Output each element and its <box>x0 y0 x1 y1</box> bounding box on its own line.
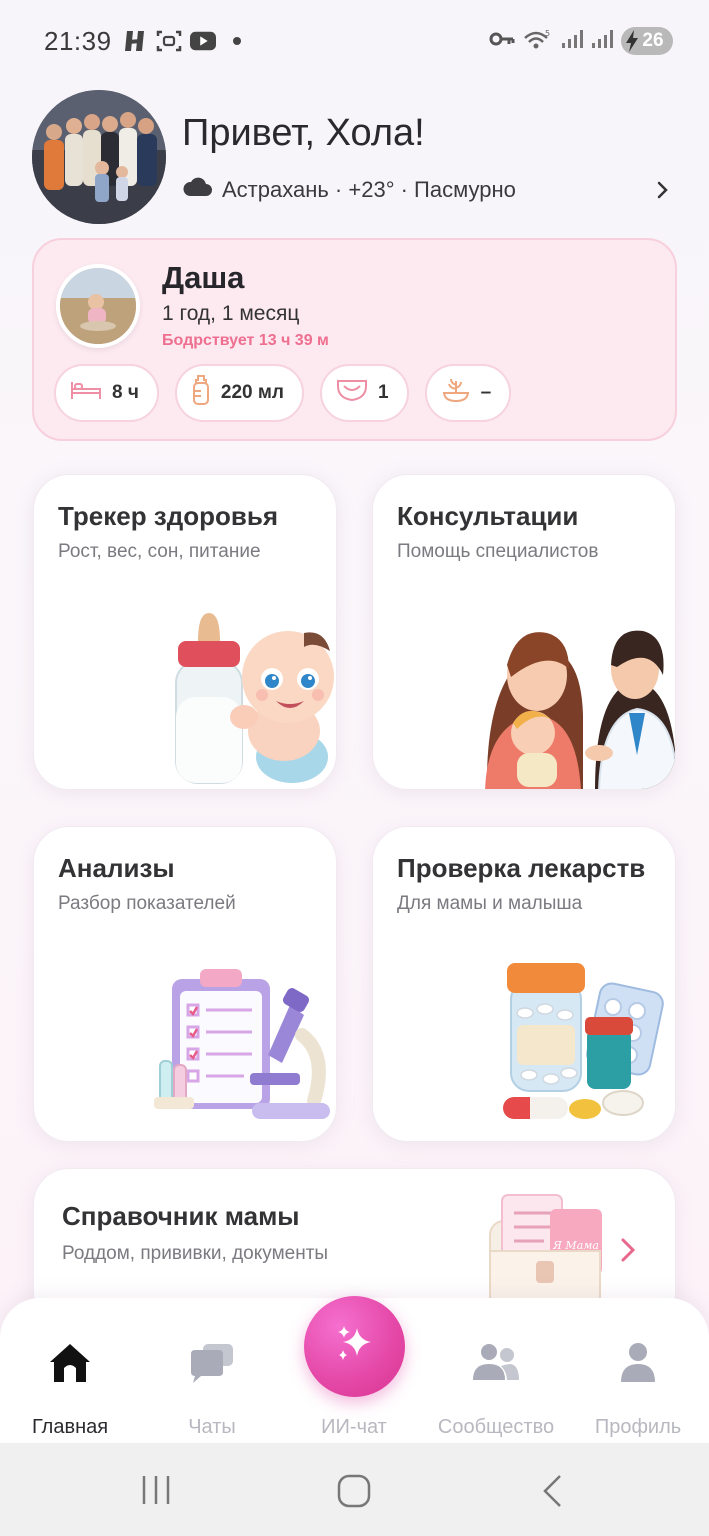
chevron-right-icon[interactable] <box>620 1237 636 1268</box>
status-system-icons: 5 26 <box>489 27 673 55</box>
nav-community-label: Сообщество <box>437 1416 555 1438</box>
baby-photo <box>56 264 140 348</box>
baby-with-bottle-illustration <box>175 613 334 784</box>
profile-icon <box>619 1342 657 1389</box>
card-subtitle: Роддом, прививки, документы <box>62 1243 329 1264</box>
card-title: Консультации <box>397 501 579 531</box>
greeting-title: Привет, Хола! <box>182 112 425 154</box>
youtube-icon <box>190 28 216 54</box>
consultations-card[interactable]: Консультации Помощь специалистов <box>372 474 676 790</box>
diaper-stat-pill[interactable]: 1 <box>320 364 409 422</box>
bed-icon <box>70 379 102 407</box>
card-title: Проверка лекарств <box>397 853 646 883</box>
food-value: – <box>480 382 492 403</box>
card-subtitle: Рост, вес, сон, питание <box>58 541 261 562</box>
grain-bowl-icon <box>441 377 471 409</box>
user-avatar[interactable] <box>32 90 166 224</box>
diaper-value: 1 <box>378 382 389 403</box>
signal-icon-2 <box>591 29 613 54</box>
screenshot-icon <box>156 28 182 54</box>
milk-stat-pill[interactable]: 220 мл <box>174 364 304 422</box>
chevron-right-icon[interactable] <box>656 180 670 205</box>
medicine-check-card[interactable]: Проверка лекарств Для мамы и малыша <box>372 826 676 1142</box>
app-notification-icon <box>122 28 148 54</box>
card-subtitle: Разбор показателей <box>58 893 236 914</box>
wifi-icon: 5 <box>523 28 553 55</box>
baby-age: 1 год, 1 месяц <box>162 302 300 325</box>
vpn-key-icon <box>489 30 515 53</box>
dot-icon <box>224 28 250 54</box>
cloud-icon <box>182 176 212 204</box>
weather-row[interactable]: Астрахань · +23° · Пасмурно <box>182 176 516 204</box>
status-notification-icons <box>122 28 250 54</box>
home-icon <box>48 1342 92 1389</box>
battery-indicator: 26 <box>621 27 673 55</box>
sparkles-icon <box>333 1322 377 1371</box>
community-icon <box>471 1342 521 1387</box>
svg-text:5: 5 <box>545 29 550 38</box>
baby-name: Даша <box>162 260 245 295</box>
food-stat-pill[interactable]: – <box>424 364 512 422</box>
recent-apps-icon[interactable] <box>140 1473 172 1512</box>
diaper-icon <box>336 378 368 408</box>
signal-icon <box>561 29 583 54</box>
card-title: Анализы <box>58 853 175 883</box>
nav-home-label: Главная <box>31 1416 109 1438</box>
home-button-icon[interactable] <box>336 1473 372 1514</box>
card-title: Трекер здоровья <box>58 501 279 531</box>
bottle-icon <box>191 374 211 412</box>
sleep-stat-pill[interactable]: 8 ч <box>54 364 159 422</box>
health-tracker-card[interactable]: Трекер здоровья Рост, вес, сон, питание <box>33 474 337 790</box>
nav-ai-chat-label: ИИ-чат <box>321 1416 387 1438</box>
milk-value: 220 мл <box>220 382 284 403</box>
weather-text: Астрахань · +23° · Пасмурно <box>222 177 516 202</box>
sleep-value: 8 ч <box>112 382 139 403</box>
baby-stats: 8 ч 220 мл 1 – <box>54 364 512 422</box>
tests-card[interactable]: Анализы Разбор показателей <box>33 826 337 1142</box>
battery-level: 26 <box>642 30 664 51</box>
mother-and-doctor-illustration <box>485 630 675 789</box>
chat-bubbles-icon <box>189 1342 235 1389</box>
nav-chats-label: Чаты <box>188 1416 236 1438</box>
pills-and-jar-illustration <box>503 963 664 1119</box>
nav-profile-label: Профиль <box>594 1416 682 1438</box>
card-title: Справочник мамы <box>62 1201 300 1231</box>
status-time: 21:39 <box>44 26 112 56</box>
group-photo <box>32 90 166 224</box>
clipboard-microscope-illustration <box>154 969 330 1119</box>
ai-chat-button[interactable] <box>304 1296 405 1397</box>
card-subtitle: Помощь специалистов <box>397 541 599 562</box>
back-button-icon[interactable] <box>540 1473 566 1514</box>
system-navigation-bar <box>0 1443 709 1536</box>
baby-awake-status: Бодрствует 13 ч 39 м <box>162 332 329 349</box>
card-subtitle: Для мамы и малыша <box>397 893 583 914</box>
baby-summary-card[interactable]: Даша 1 год, 1 месяц Бодрствует 13 ч 39 м… <box>32 238 677 441</box>
documents-folder-illustration: Я Мама <box>489 1194 602 1310</box>
status-bar: 21:39 5 26 <box>0 0 709 84</box>
